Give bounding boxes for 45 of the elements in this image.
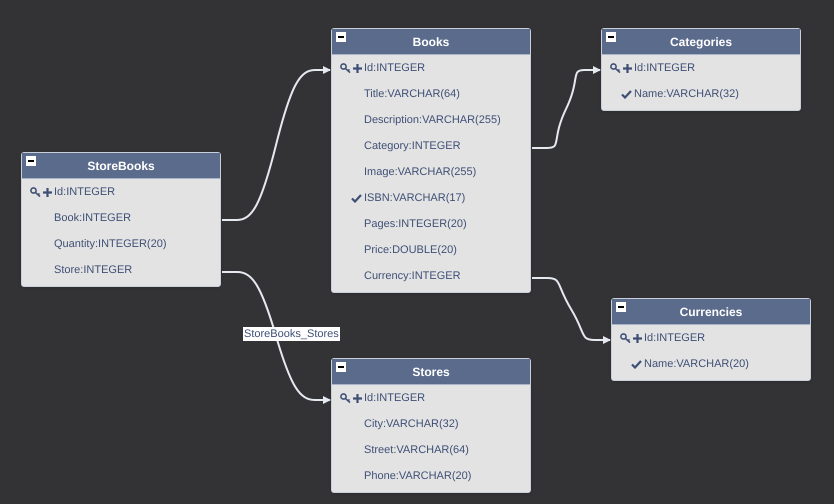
field-label: Name:VARCHAR(20) (644, 356, 749, 372)
table-title: StoreBooks (87, 158, 155, 174)
field-label: Category:INTEGER (364, 138, 461, 154)
key-icon (340, 393, 351, 403)
field-label: Phone:VARCHAR(20) (364, 468, 472, 484)
field-label: Book:INTEGER (54, 210, 132, 226)
table-title: Books (412, 34, 450, 50)
field-label: Description:VARCHAR(255) (364, 112, 501, 128)
field-label: Id:INTEGER (54, 184, 116, 200)
field-label: City:VARCHAR(32) (364, 416, 459, 432)
field-label: Pages:INTEGER(20) (364, 216, 467, 232)
field-label: Price:DOUBLE(20) (364, 242, 457, 258)
check-icon (631, 360, 642, 368)
collapse-icon[interactable] (26, 156, 36, 166)
plus-icon (353, 394, 362, 402)
table-title: Stores (412, 364, 450, 380)
field-label: ISBN:VARCHAR(17) (364, 190, 466, 206)
relation-label: StoreBooks_Stores (243, 327, 340, 341)
field-label: Currency:INTEGER (364, 268, 461, 284)
field-label: Quantity:INTEGER(20) (54, 236, 166, 252)
plus-icon (43, 188, 52, 196)
collapse-icon[interactable] (336, 362, 346, 372)
check-icon (351, 194, 362, 202)
key-icon (620, 333, 631, 343)
key-icon (340, 63, 351, 73)
field-label: Image:VARCHAR(255) (364, 164, 476, 180)
field-label: Id:INTEGER (644, 330, 706, 346)
key-icon (610, 63, 621, 73)
field-label: Street:VARCHAR(64) (364, 442, 469, 458)
check-icon (621, 90, 632, 98)
collapse-icon[interactable] (606, 32, 616, 42)
collapse-icon[interactable] (336, 32, 346, 42)
field-label: Id:INTEGER (634, 60, 696, 76)
table-title: Categories (670, 34, 732, 50)
field-label: Name:VARCHAR(32) (634, 86, 739, 102)
plus-icon (353, 64, 362, 72)
field-label: Id:INTEGER (364, 60, 426, 76)
key-icon (30, 187, 41, 197)
field-label: Id:INTEGER (364, 390, 426, 406)
plus-icon (623, 64, 632, 72)
field-label: Store:INTEGER (54, 262, 132, 278)
plus-icon (633, 334, 642, 342)
table-title: Currencies (680, 304, 742, 320)
collapse-icon[interactable] (616, 302, 626, 312)
field-label: Title:VARCHAR(64) (364, 86, 460, 102)
